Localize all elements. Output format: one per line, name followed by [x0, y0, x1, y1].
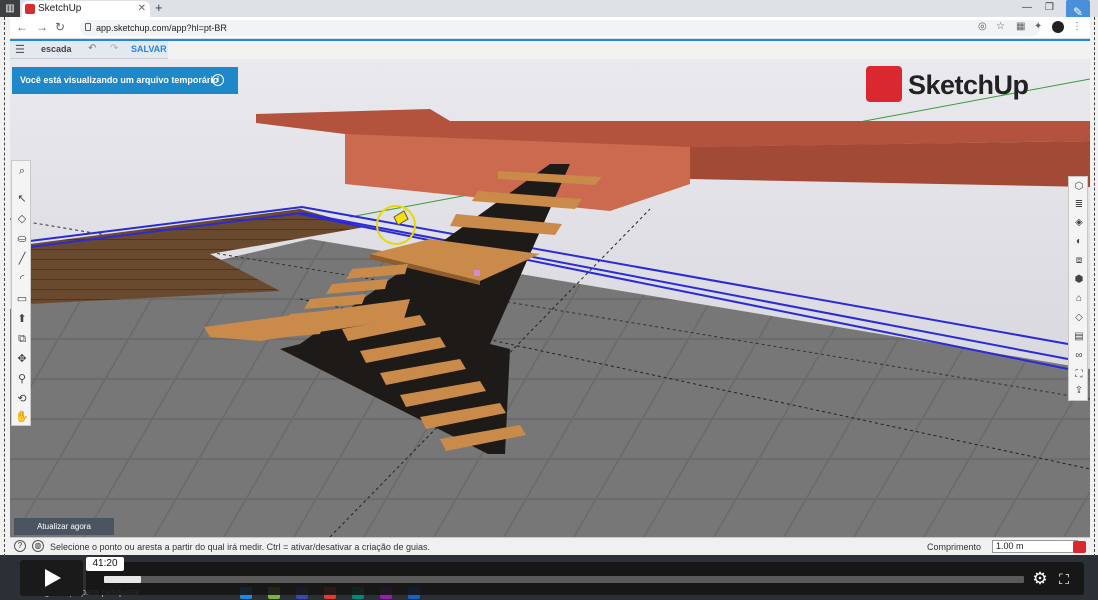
forward-icon[interactable]: →: [36, 20, 48, 34]
push-pull-icon[interactable]: ⬆: [14, 311, 30, 327]
right-toolbar: ⬡ ≣ ◈ ◐ ⧈ ⬢ ⌂ ◇ ▤ ∞ ⛶ ⇪: [1068, 176, 1088, 401]
tab-title: SketchUp: [38, 3, 82, 14]
new-tab-button[interactable]: +: [155, 0, 169, 17]
browser-address-bar: ← → ↻ app.sketchup.com/app?hl=pt-BR ◎ ☆ …: [10, 17, 1090, 39]
progress-bar[interactable]: [104, 576, 1024, 583]
puzzle-icon[interactable]: ✦: [1034, 21, 1042, 32]
minimize-icon[interactable]: —: [1022, 0, 1032, 16]
styles-icon[interactable]: ◐: [1071, 234, 1087, 250]
location-icon[interactable]: ◎: [978, 21, 987, 32]
screen: ▥ SketchUp ✕ + — ❐ ✎ ← → ↻ app.sketchup.…: [0, 0, 1098, 600]
sketchup-favicon-icon: [25, 4, 35, 14]
length-input[interactable]: 1.00 m: [992, 540, 1078, 553]
url-text: app.sketchup.com/app?hl=pt-BR: [96, 23, 227, 33]
sketchup-logo-icon: [866, 66, 902, 102]
undo-icon[interactable]: ↶: [88, 43, 96, 54]
time-badge: 41:20: [86, 557, 124, 571]
arc-icon[interactable]: ◜: [14, 271, 30, 287]
offset-icon[interactable]: ⧉: [14, 331, 30, 347]
glasses-icon[interactable]: ∞: [1071, 348, 1087, 364]
3d-viewport[interactable]: [10, 59, 1090, 537]
temp-file-notice: Você está visualizando um arquivo tempor…: [20, 75, 219, 85]
scenes-icon[interactable]: ⬢: [1071, 272, 1087, 288]
search-icon[interactable]: ⌕: [14, 163, 30, 179]
info-icon[interactable]: i: [212, 74, 224, 86]
logo-text: SketchUp: [908, 70, 1029, 100]
display-icon[interactable]: ▤: [1071, 329, 1087, 345]
url-input[interactable]: app.sketchup.com/app?hl=pt-BR: [80, 20, 1040, 36]
tags-icon[interactable]: ◇: [1071, 310, 1087, 326]
redo-icon[interactable]: ↷: [110, 43, 118, 54]
globe-icon[interactable]: ◍: [32, 540, 44, 552]
sketchup-mini-icon: [1073, 541, 1086, 553]
extension-icon[interactable]: ▦: [1016, 21, 1025, 32]
restore-icon[interactable]: ❐: [1045, 0, 1054, 16]
hamburger-menu-icon[interactable]: ☰: [15, 43, 25, 56]
move-icon[interactable]: ✥: [14, 351, 30, 367]
profile-avatar[interactable]: [1052, 21, 1064, 33]
help-icon[interactable]: ?: [14, 540, 26, 552]
update-now-button[interactable]: Atualizar agora: [14, 518, 114, 535]
reload-icon[interactable]: ↻: [55, 20, 65, 34]
entity-info-icon[interactable]: ⬡: [1071, 179, 1087, 195]
page-border-left: [4, 17, 5, 557]
length-label: Comprimento: [927, 542, 982, 552]
model-canvas: [10, 59, 1090, 537]
play-button[interactable]: [20, 560, 83, 596]
instructor-icon[interactable]: ⛶: [1071, 367, 1087, 383]
more-menu-icon[interactable]: ⋮: [1072, 21, 1082, 32]
orbit-icon[interactable]: ⟲: [14, 391, 30, 407]
page-border-right: [1094, 17, 1095, 557]
sidebar-toggle-icon[interactable]: ▥: [0, 0, 20, 17]
upper-slab-side: [690, 141, 1090, 187]
status-bar: ? ◍ Selecione o ponto ou aresta a partir…: [10, 537, 1090, 555]
browser-tabbar: ▥ SketchUp ✕ + — ❐ ✎: [0, 0, 1098, 24]
save-button[interactable]: SALVAR: [131, 44, 167, 54]
play-icon: [45, 569, 61, 587]
bookmark-star-icon[interactable]: ☆: [996, 21, 1005, 32]
left-toolbar: ⌕ ↖ ◇ ⛀ ╱ ◜ ▭ ⬆ ⧉ ✥ ⚲ ⟲ ✋: [11, 160, 31, 426]
status-message: Selecione o ponto ou aresta a partir do …: [50, 542, 430, 552]
temp-file-banner: Você está visualizando um arquivo tempor…: [12, 67, 238, 94]
app-toolbar: ☰ escada ↶ ↷ SALVAR: [10, 41, 168, 59]
browser-tab[interactable]: SketchUp ✕: [22, 1, 150, 17]
layers-icon[interactable]: ≣: [1071, 197, 1087, 213]
lock-icon: [85, 23, 91, 31]
components-icon[interactable]: ⧈: [1071, 253, 1087, 269]
paint-bucket-icon[interactable]: ⛀: [14, 231, 30, 247]
select-icon[interactable]: ↖: [14, 191, 30, 207]
pan-icon[interactable]: ✋: [14, 409, 30, 425]
close-tab-icon[interactable]: ✕: [138, 1, 146, 17]
player-controls: ⚙ ⛶: [86, 562, 1084, 595]
outliner-icon[interactable]: ⌂: [1071, 291, 1087, 307]
tape-measure-icon[interactable]: ⚲: [14, 371, 30, 387]
sketchup-logo: SketchUp: [866, 64, 1046, 104]
line-icon[interactable]: ╱: [14, 251, 30, 267]
app-accent-strip: [10, 39, 1090, 41]
settings-gear-icon[interactable]: ⚙: [1030, 569, 1050, 589]
eraser-icon[interactable]: ◇: [14, 211, 30, 227]
rectangle-icon[interactable]: ▭: [14, 291, 30, 307]
inference-point: [474, 270, 480, 276]
file-name[interactable]: escada: [41, 44, 72, 54]
back-icon[interactable]: ←: [16, 20, 28, 34]
progress-fill: [104, 576, 141, 583]
materials-icon[interactable]: ◈: [1071, 215, 1087, 231]
export-icon[interactable]: ⇪: [1071, 383, 1087, 399]
fullscreen-icon[interactable]: ⛶: [1054, 569, 1074, 589]
